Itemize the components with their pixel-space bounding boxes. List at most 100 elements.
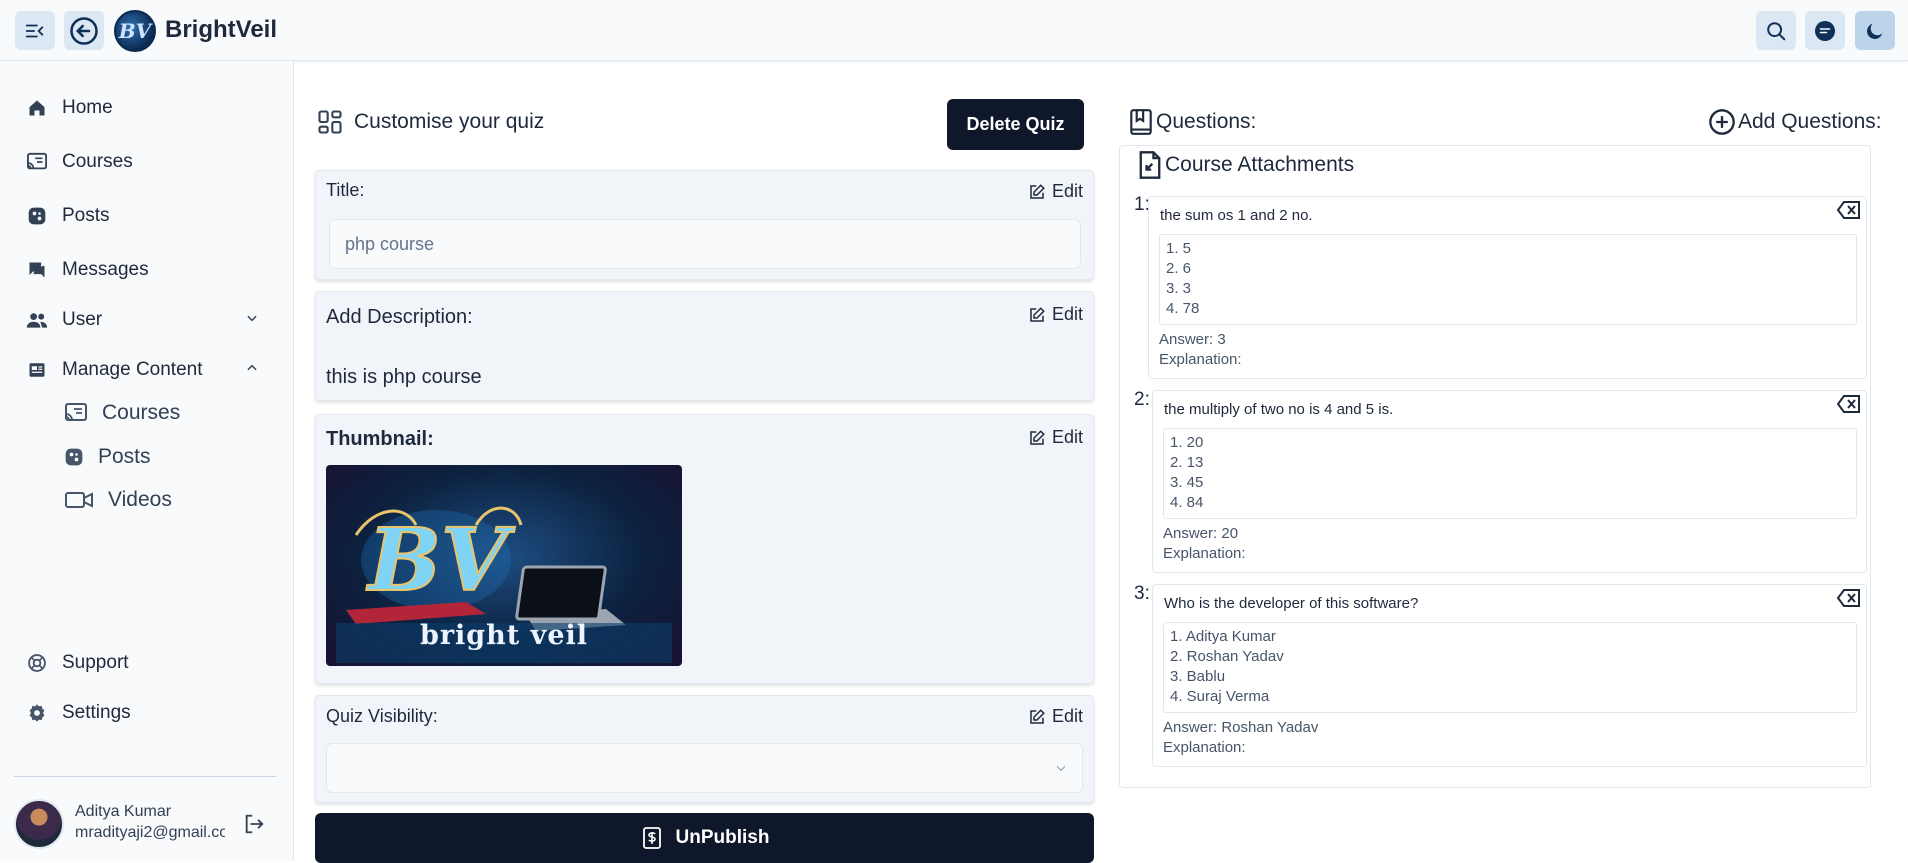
sidebar: Home Courses Posts Messages User Manage …: [0, 61, 294, 861]
option-item: 1. 5: [1166, 240, 1192, 257]
cast-icon: [26, 151, 48, 173]
answer-text: Answer: Roshan Yadav: [1163, 719, 1319, 736]
question-card: Who is the developer of this software? 1…: [1152, 584, 1867, 767]
sidebar-item-label: User: [62, 309, 103, 330]
search-button[interactable]: [1756, 11, 1796, 50]
sidebar-item-posts[interactable]: Posts: [26, 205, 110, 227]
option-item: 4. 84: [1170, 494, 1204, 511]
sidebar-item-label: Support: [62, 652, 129, 673]
sidebar-item-label: Courses: [62, 151, 133, 172]
chevron-up-icon[interactable]: [245, 361, 259, 375]
edit-icon: [1030, 708, 1045, 724]
title-edit-button[interactable]: Edit: [1028, 181, 1083, 202]
people-icon: [26, 309, 48, 331]
question-card: the multiply of two no is 4 and 5 is. 1.…: [1152, 390, 1867, 573]
option-item: 4. 78: [1166, 300, 1200, 317]
avatar[interactable]: [14, 799, 64, 849]
bookmark-book-icon: [1128, 108, 1154, 136]
sidebar-item-courses[interactable]: Courses: [26, 151, 133, 173]
user-name: Aditya Kumar: [75, 803, 172, 820]
answer-block: Answer: 3 Explanation:: [1159, 330, 1242, 370]
question-number: 2:: [1134, 389, 1150, 410]
option-item: 2. 6: [1166, 260, 1192, 277]
course-attachments-link[interactable]: Course Attachments: [1137, 150, 1354, 180]
visibility-edit-button[interactable]: Edit: [1028, 706, 1083, 727]
edit-label: Edit: [1051, 304, 1083, 324]
back-button[interactable]: [64, 11, 104, 50]
thumbnail-card: Thumbnail: Edit BV bright veil: [315, 414, 1094, 684]
svg-text:BV: BV: [365, 510, 516, 611]
description-label: Add Description:: [326, 306, 473, 328]
title-input[interactable]: php course: [329, 219, 1081, 269]
brand-name[interactable]: BrightVeil: [165, 16, 277, 44]
sidebar-subitem-videos[interactable]: Videos: [64, 488, 172, 512]
description-card: Add Description: Edit this is php course: [315, 291, 1094, 401]
edit-label: Edit: [1051, 181, 1083, 201]
answer-text: Answer: 20: [1163, 525, 1239, 542]
question-text: the multiply of two no is 4 and 5 is.: [1164, 401, 1394, 418]
sidebar-item-manage-content[interactable]: Manage Content: [26, 359, 203, 381]
visibility-card: Quiz Visibility: Edit: [315, 695, 1094, 803]
top-bar: BV BrightVeil: [0, 0, 1908, 61]
sidebar-item-user[interactable]: User: [26, 309, 102, 331]
customise-heading: Customise your quiz: [316, 108, 544, 136]
title-card: Title: Edit php course: [315, 170, 1094, 280]
unpublish-icon: [642, 827, 661, 849]
chevron-down-icon[interactable]: [245, 311, 259, 325]
visibility-select[interactable]: [326, 743, 1083, 793]
delete-question-icon[interactable]: [1836, 200, 1862, 220]
options-list: 1. Aditya Kumar 2. Roshan Yadav 3. Bablu…: [1163, 622, 1857, 713]
thumbnail-image[interactable]: BV bright veil: [326, 465, 682, 666]
sidebar-divider: [14, 776, 276, 777]
edit-icon: [1030, 183, 1045, 199]
option-item: 3. Bablu: [1170, 668, 1226, 685]
explanation-text: Explanation:: [1159, 351, 1242, 368]
delete-question-icon[interactable]: [1836, 588, 1862, 608]
delete-question-icon[interactable]: [1836, 394, 1862, 414]
sidebar-item-messages[interactable]: Messages: [26, 259, 149, 281]
sidebar-item-home[interactable]: Home: [26, 97, 113, 119]
sidebar-subitem-courses[interactable]: Courses: [64, 401, 180, 425]
attachments-label: Course Attachments: [1165, 153, 1355, 176]
option-item: 4. Suraj Verma: [1170, 688, 1270, 705]
unpublish-button[interactable]: UnPublish: [315, 813, 1094, 863]
menu-collapse-button[interactable]: [15, 11, 55, 50]
back-arrow-icon: [70, 16, 98, 45]
options-list: 1. 20 2. 13 3. 45 4. 84: [1163, 428, 1857, 519]
cast-icon: [64, 402, 88, 424]
sidebar-subitem-label: Courses: [102, 401, 181, 424]
theme-toggle-button[interactable]: [1855, 11, 1895, 50]
sidebar-subitem-posts[interactable]: Posts: [64, 445, 151, 469]
option-item: 1. 20: [1170, 434, 1204, 451]
plus-circle-icon: [1708, 108, 1736, 136]
search-icon: [1767, 21, 1786, 40]
chat-bubble-icon: [1815, 20, 1835, 41]
add-questions-button[interactable]: Add Questions:: [1708, 108, 1882, 136]
option-item: 2. Roshan Yadav: [1170, 648, 1284, 665]
add-questions-label: Add Questions:: [1738, 110, 1882, 133]
explanation-text: Explanation:: [1163, 545, 1246, 562]
sidebar-subitem-label: Videos: [108, 488, 172, 511]
posts-icon: [64, 447, 84, 467]
messages-button[interactable]: [1805, 11, 1845, 50]
description-text[interactable]: this is php course: [326, 366, 482, 389]
sidebar-item-support[interactable]: Support: [26, 652, 129, 674]
menu-collapse-icon: [25, 24, 44, 37]
question-number: 3:: [1134, 583, 1150, 604]
delete-quiz-button[interactable]: Delete Quiz: [947, 99, 1084, 150]
chat-icon: [26, 259, 48, 281]
brand-logo[interactable]: BV: [114, 10, 156, 52]
logout-icon[interactable]: [243, 813, 265, 835]
edit-label: Edit: [1051, 706, 1083, 726]
edit-icon: [1030, 306, 1045, 322]
answer-block: Answer: 20 Explanation:: [1163, 524, 1246, 564]
options-list: 1. 5 2. 6 3. 3 4. 78: [1159, 234, 1857, 325]
description-edit-button[interactable]: Edit: [1028, 304, 1083, 325]
manage-icon: [26, 359, 48, 381]
questions-title: Questions:: [1156, 110, 1257, 133]
sidebar-item-settings[interactable]: Settings: [26, 702, 131, 724]
option-item: 3. 45: [1170, 474, 1204, 491]
thumbnail-edit-button[interactable]: Edit: [1028, 427, 1083, 448]
chevron-down-icon: [1054, 761, 1068, 775]
edit-icon: [1030, 429, 1045, 445]
